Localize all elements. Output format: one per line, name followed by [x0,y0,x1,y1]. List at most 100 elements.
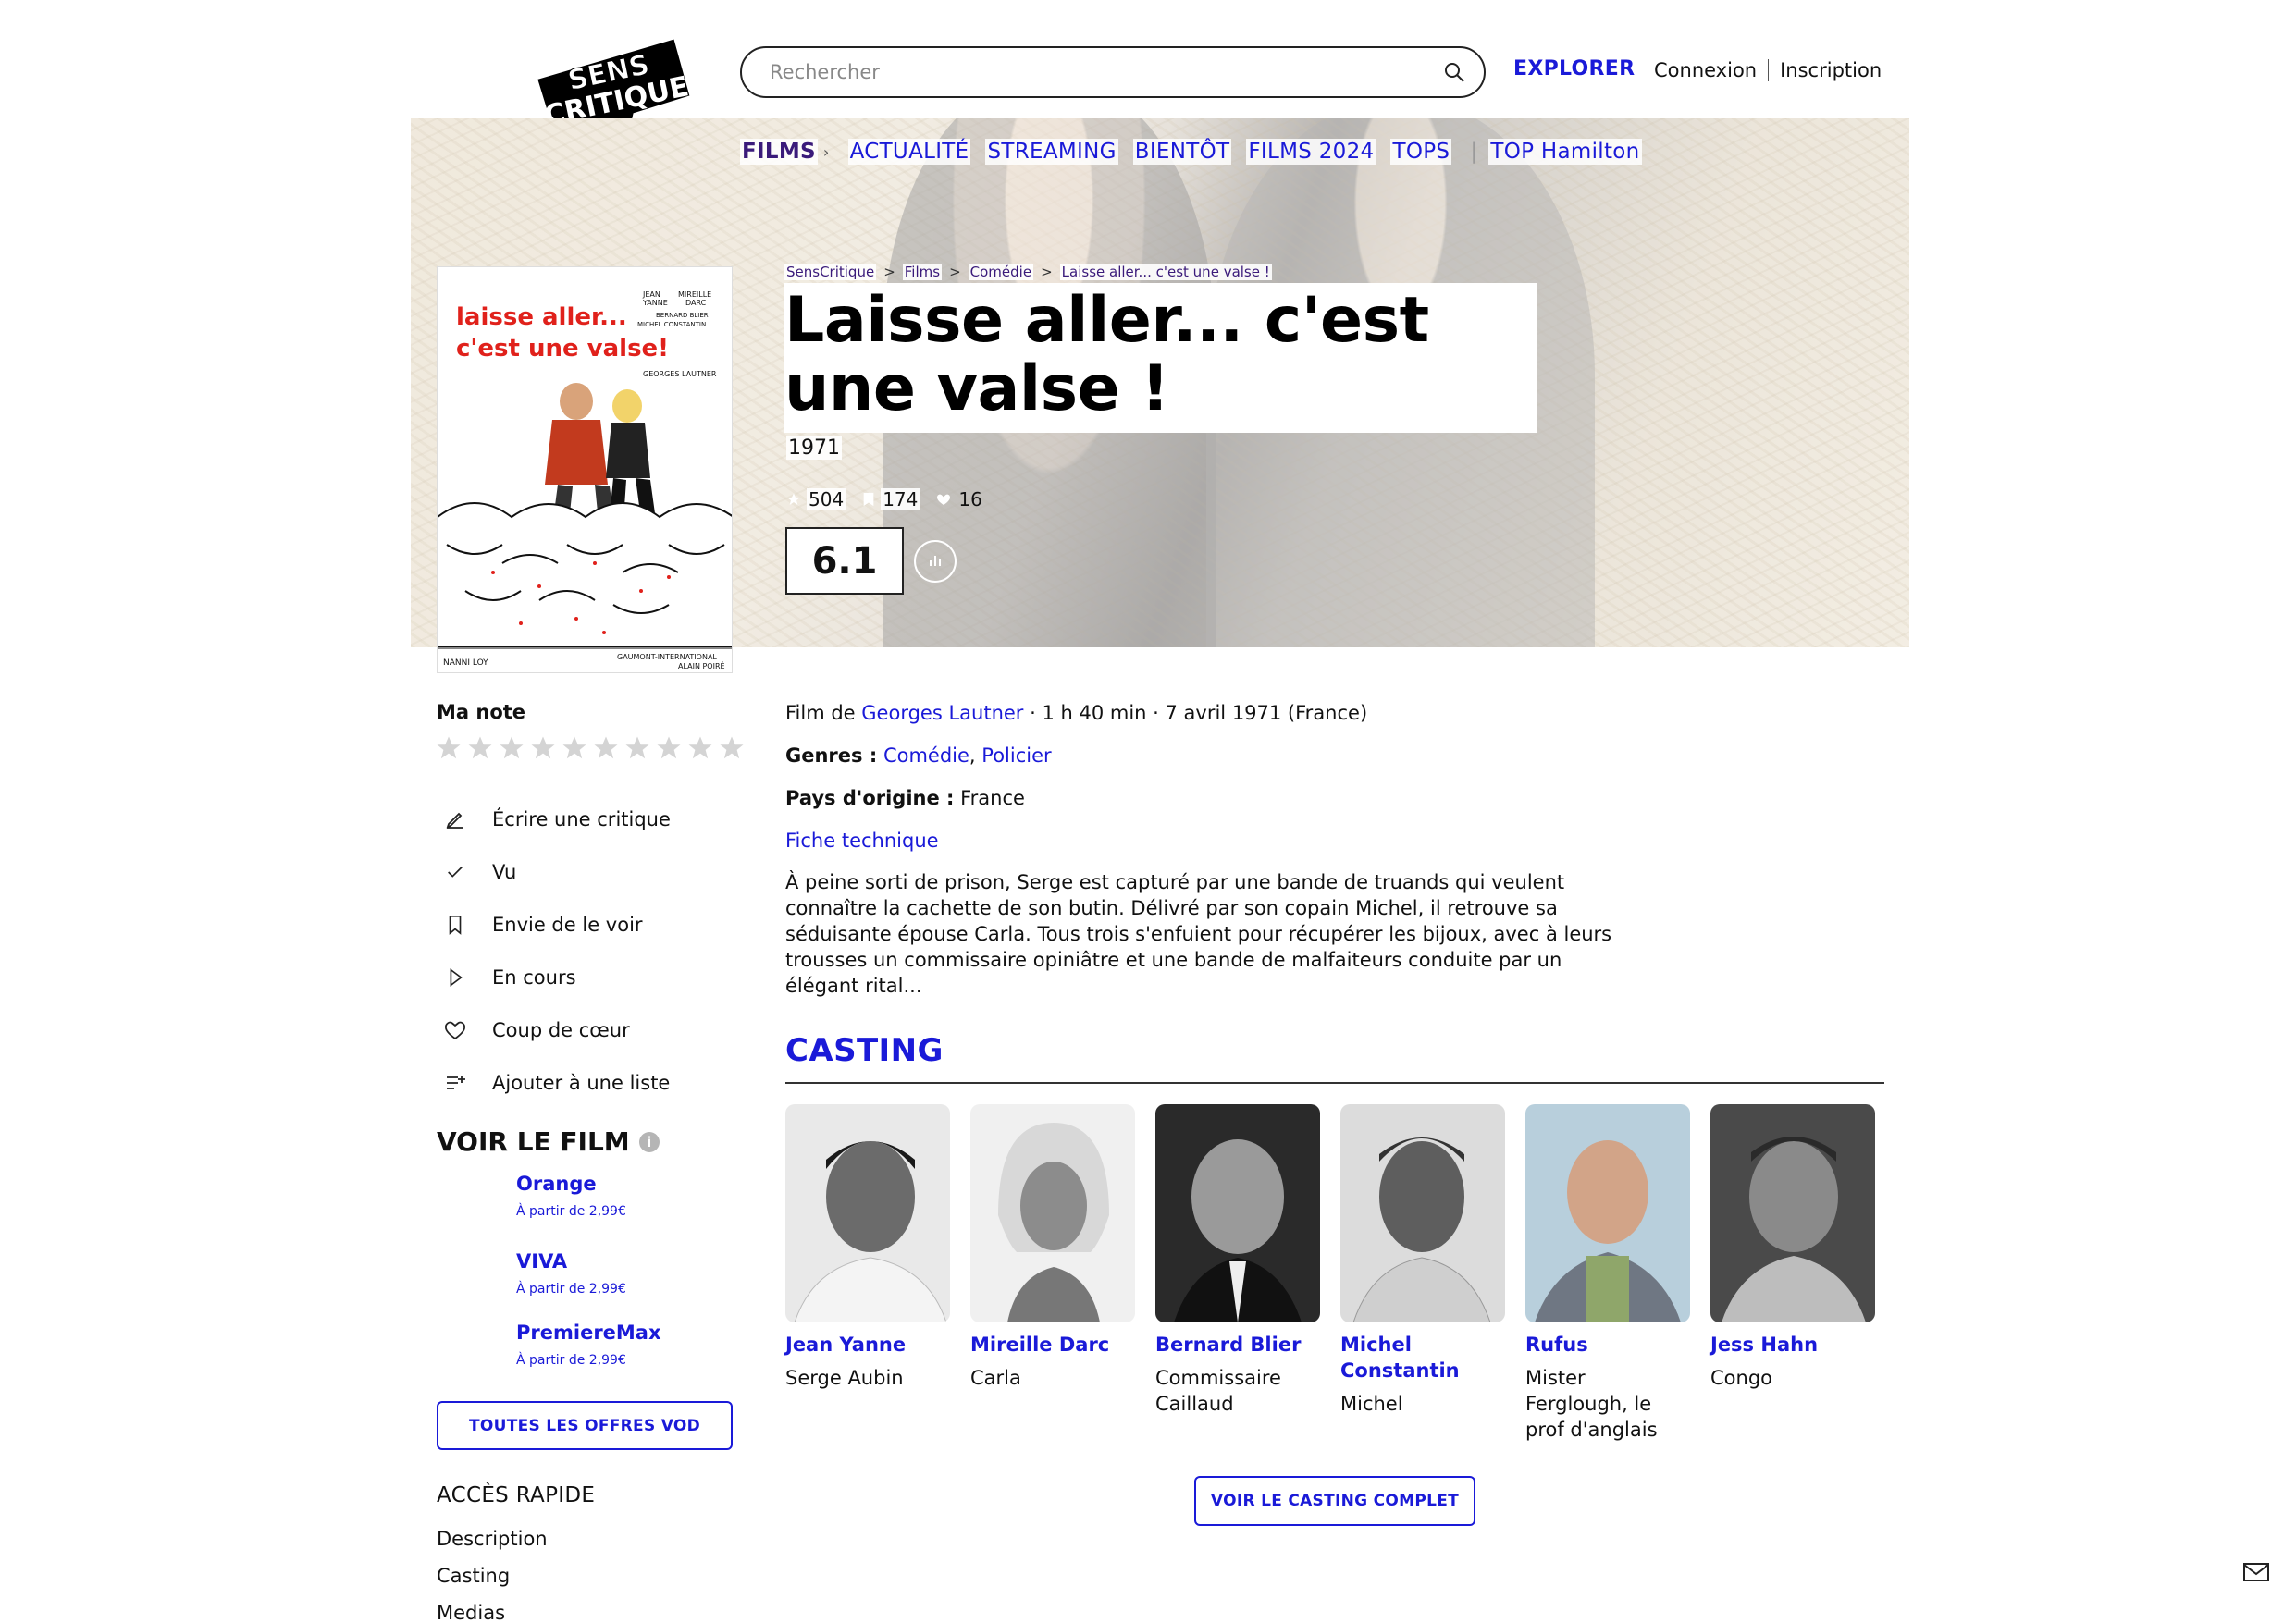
mail-icon[interactable] [2242,1561,2270,1583]
genres-line: Genres : Comédie, Policier [785,742,1886,769]
nav-tops[interactable]: TOPS [1390,139,1452,165]
quick-access-list: Description Casting Medias [437,1528,548,1623]
auth-divider [1768,59,1770,81]
actor-name[interactable]: Bernard Blier [1155,1332,1322,1358]
seen-label: Vu [492,860,517,883]
offer-viva[interactable]: VIVA À partir de 2,99€ [516,1250,626,1297]
offer-premieremax[interactable]: PremiereMax À partir de 2,99€ [516,1322,661,1368]
nav-streaming[interactable]: STREAMING [985,139,1118,165]
rating-star-icon[interactable] [561,734,588,762]
actor-photo[interactable] [1340,1104,1505,1322]
rating-star-icon[interactable] [655,734,683,762]
movie-poster[interactable]: laisse aller... c'est une valse! JEAN YA… [437,266,733,673]
write-review-action[interactable]: Écrire une critique [442,793,671,845]
cast-card[interactable]: Jean Yanne Serge Aubin [785,1104,952,1391]
cast-card[interactable]: Rufus Mister Ferglough, le prof d'anglai… [1525,1104,1692,1443]
seen-action[interactable]: Vu [442,845,671,898]
wishlist-stat: 174 [862,488,920,510]
search-icon[interactable] [1443,61,1465,83]
rating-distribution-button[interactable] [914,540,957,583]
actor-photo[interactable] [1525,1104,1690,1322]
rating-star-icon[interactable] [718,734,746,762]
actor-photo[interactable] [1710,1104,1875,1322]
offer-orange[interactable]: Orange À partir de 2,99€ [516,1173,626,1219]
genre-comedie-link[interactable]: Comédie [883,744,969,767]
page-title: Laisse aller... c'est une valse ! [784,284,1429,425]
ratings-stat: 504 [786,488,846,510]
favorites-count: 16 [958,488,982,510]
tech-sheet-line: Fiche technique [785,827,1886,855]
explorer-link[interactable]: EXPLORER [1513,57,1635,80]
all-vod-offers-button[interactable]: TOUTES LES OFFRES VOD [437,1401,733,1450]
movie-stats: 504 174 16 [786,488,1001,510]
cast-card[interactable]: Bernard Blier Commissaire Caillaud [1155,1104,1322,1417]
rating-star-icon[interactable] [466,734,494,762]
nav-top-hamilton[interactable]: TOP Hamilton [1488,139,1642,165]
country-line: Pays d'origine : France [785,784,1886,812]
rating-star-icon[interactable] [623,734,651,762]
search-input[interactable] [770,48,1436,96]
actor-name[interactable]: Jess Hahn [1710,1332,1877,1358]
signup-link[interactable]: Inscription [1780,59,1882,81]
add-to-list-label: Ajouter à une liste [492,1071,671,1094]
cast-card[interactable]: Michel Constantin Michel [1340,1104,1507,1417]
my-rating-label: Ma note [437,701,526,723]
poster-credit-constantin: MICHEL CONSTANTIN [637,321,706,328]
rating-star-icon[interactable] [529,734,557,762]
play-icon [442,965,468,990]
bar-chart-icon [930,556,941,566]
poster-credit-blier: BERNARD BLIER [656,312,709,319]
actor-photo[interactable] [970,1104,1135,1322]
tech-sheet-link[interactable]: Fiche technique [785,830,939,852]
write-review-label: Écrire une critique [492,807,671,830]
poster-credit-yanne: YANNE [642,299,668,307]
check-icon [442,859,468,885]
poster-credit-darc: DARC [685,299,707,307]
favorites-stat: 16 [936,488,983,510]
poster-title-line2: c'est une valse! [456,335,669,363]
offer-name: VIVA [516,1250,568,1273]
search-bar[interactable] [740,46,1486,98]
breadcrumb-senscritique[interactable]: SensCritique [784,264,877,280]
role-name: Serge Aubin [785,1367,904,1389]
offer-name: PremiereMax [516,1322,661,1344]
cast-card[interactable]: Jess Hahn Congo [1710,1104,1877,1391]
nav-films-2024[interactable]: FILMS 2024 [1246,139,1376,165]
rating-star-icon[interactable] [686,734,714,762]
casting-divider [785,1082,1884,1084]
quick-access-casting[interactable]: Casting [437,1565,548,1602]
quick-access-description[interactable]: Description [437,1528,548,1565]
wishlist-action[interactable]: Envie de le voir [442,898,671,951]
in-progress-action[interactable]: En cours [442,951,671,1003]
poster-credit-jean: JEAN [642,290,660,299]
synopsis: À peine sorti de prison, Serge est captu… [785,871,1612,997]
actor-name[interactable]: Mireille Darc [970,1332,1137,1358]
actor-photo[interactable] [785,1104,950,1322]
breadcrumb-films[interactable]: Films [902,264,943,280]
my-rating-stars[interactable] [435,734,749,762]
actor-name[interactable]: Michel Constantin [1340,1332,1507,1383]
nav-films[interactable]: FILMS [740,139,818,165]
offer-price: À partir de 2,99€ [516,1204,626,1219]
cast-card[interactable]: Mireille Darc Carla [970,1104,1137,1391]
favorite-action[interactable]: Coup de cœur [442,1003,671,1056]
rating-star-icon[interactable] [592,734,620,762]
breadcrumb-comedie[interactable]: Comédie [968,264,1034,280]
genre-policier-link[interactable]: Policier [981,744,1051,767]
rating-star-icon[interactable] [498,734,525,762]
quick-access-medias[interactable]: Medias [437,1602,548,1623]
add-to-list-action[interactable]: Ajouter à une liste [442,1056,671,1109]
nav-bientot[interactable]: BIENTÔT [1132,139,1232,165]
info-icon[interactable]: i [638,1131,660,1152]
breadcrumb-separator: > [1041,264,1053,280]
rating-star-icon[interactable] [435,734,463,762]
actor-photo[interactable] [1155,1104,1320,1322]
full-cast-button[interactable]: VOIR LE CASTING COMPLET [1194,1476,1475,1526]
actor-name[interactable]: Rufus [1525,1332,1692,1358]
actor-name[interactable]: Jean Yanne [785,1332,952,1358]
director-link[interactable]: Georges Lautner [861,702,1023,724]
genre-separator: , [969,744,976,767]
login-link[interactable]: Connexion [1654,59,1757,81]
nav-actualite[interactable]: ACTUALITÉ [847,139,971,165]
heart-icon [937,494,951,505]
